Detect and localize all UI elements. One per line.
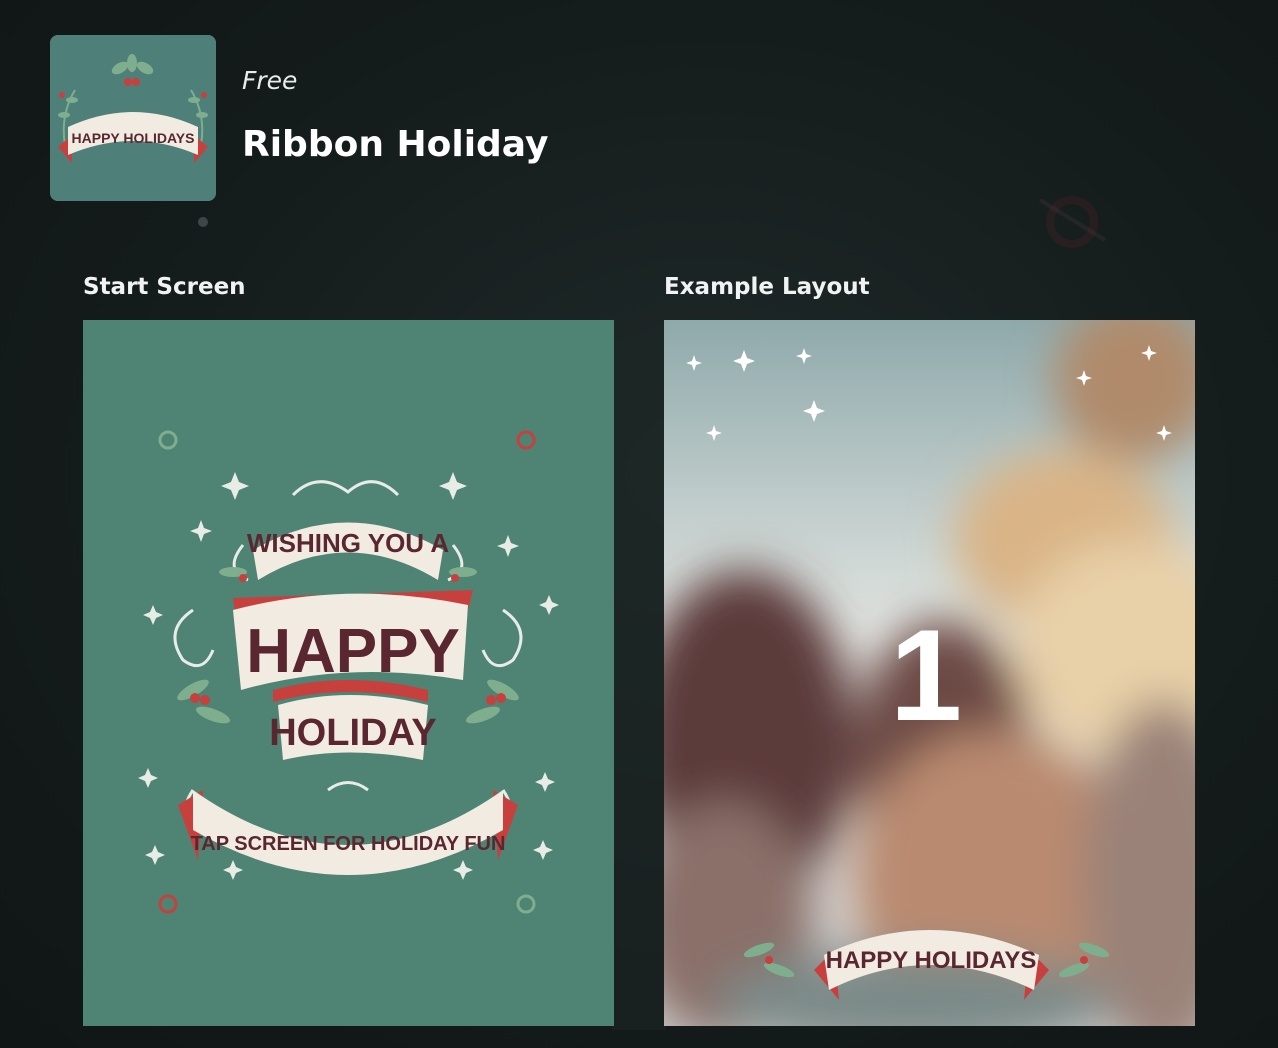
main-line1-text: HAPPY bbox=[246, 617, 460, 686]
banner-text: HAPPY HOLIDAYS bbox=[826, 947, 1037, 974]
main-line2-text: HOLIDAY bbox=[269, 712, 437, 754]
start-screen-art: WISHING YOU A HAPPY HOLIDAY TAP SCREEN F… bbox=[83, 320, 614, 1026]
template-thumbnail[interactable]: HAPPY HOLIDAYS bbox=[50, 35, 216, 201]
template-title: Ribbon Holiday bbox=[242, 124, 549, 165]
ribbon-top-text: WISHING YOU A bbox=[247, 528, 449, 558]
start-screen-label: Start Screen bbox=[83, 274, 246, 300]
thumbnail-text: HAPPY HOLIDAYS bbox=[72, 130, 195, 146]
example-layout-art: 1 HAPPY HOLIDAYS bbox=[664, 320, 1195, 1026]
thumbnail-art: HAPPY HOLIDAYS bbox=[50, 35, 216, 201]
example-layout-label: Example Layout bbox=[664, 274, 870, 300]
ribbon-bottom-text: TAP SCREEN FOR HOLIDAY FUN bbox=[191, 833, 506, 855]
start-screen-preview[interactable]: WISHING YOU A HAPPY HOLIDAY TAP SCREEN F… bbox=[83, 320, 614, 1026]
example-layout-preview[interactable]: 1 HAPPY HOLIDAYS bbox=[664, 320, 1195, 1026]
countdown-number: 1 bbox=[890, 602, 962, 748]
price-label: Free bbox=[242, 66, 298, 95]
